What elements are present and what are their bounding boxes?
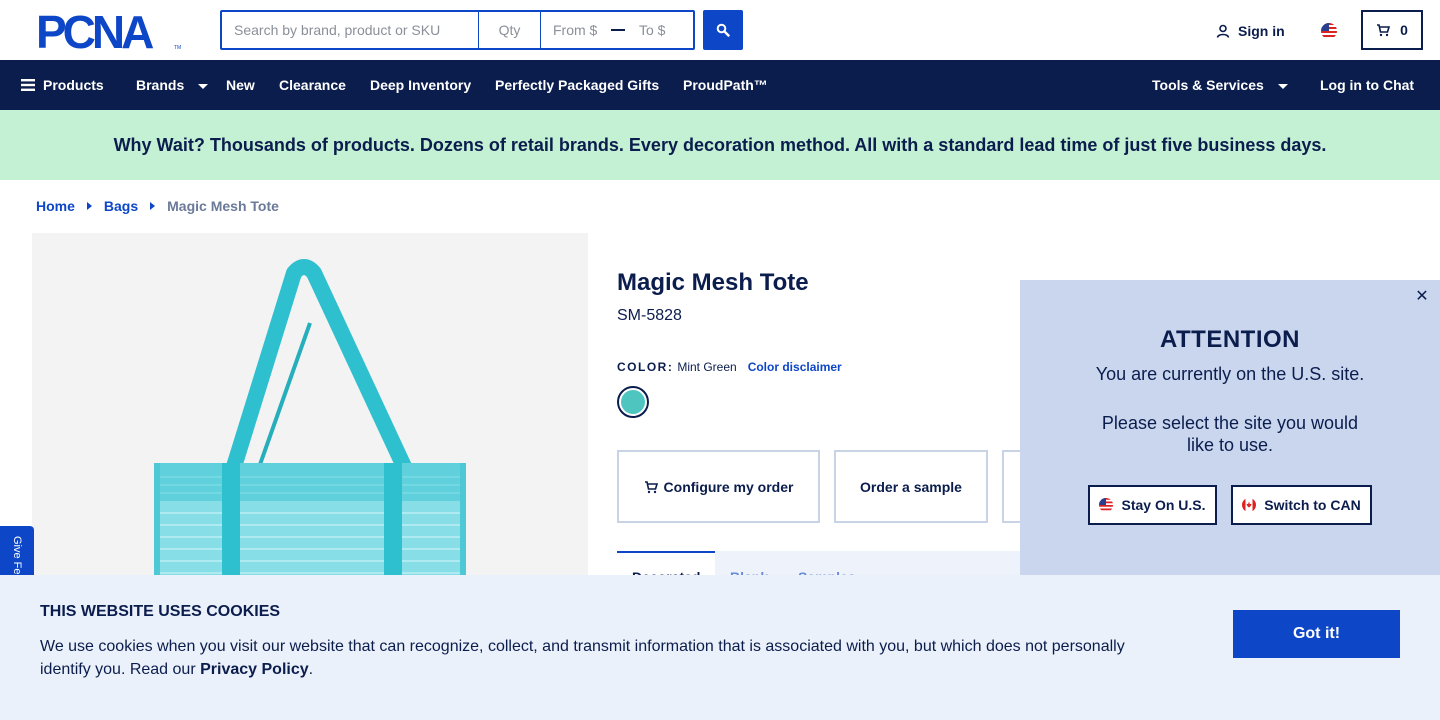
svg-text:TM: TM [174, 45, 181, 51]
promo-banner: Why Wait? Thousands of products. Dozens … [0, 110, 1440, 180]
color-row: COLOR: Mint Green Color disclaimer [617, 360, 842, 374]
cart-icon [644, 480, 658, 493]
quantity-input[interactable]: Qty [479, 12, 541, 48]
nav-clearance-label: Clearance [279, 77, 346, 93]
main-nav: Products Brands New Clearance Deep Inven… [0, 60, 1440, 110]
search-input[interactable]: Search by brand, product or SKU [222, 12, 479, 48]
accept-cookies-button[interactable]: Got it! [1233, 610, 1400, 658]
search-button[interactable] [703, 10, 743, 50]
cart-button[interactable]: 0 [1361, 10, 1423, 50]
nav-deep-inventory[interactable]: Deep Inventory [370, 60, 471, 110]
cookie-title: THIS WEBSITE USES COOKIES [40, 603, 281, 620]
nav-gifts[interactable]: Perfectly Packaged Gifts [495, 60, 659, 110]
nav-products[interactable]: Products [21, 60, 104, 110]
nav-clearance[interactable]: Clearance [279, 60, 346, 110]
chevron-down-icon [1277, 83, 1288, 89]
breadcrumb-arrow-icon [150, 202, 156, 210]
modal-current-site-text: You are currently on the U.S. site. [1095, 364, 1365, 384]
modal-select-text: Please select the site you would like to… [1101, 413, 1359, 455]
color-value: Mint Green [677, 360, 737, 374]
switch-can-label: Switch to CAN [1264, 497, 1361, 513]
sign-in-label: Sign in [1238, 23, 1285, 39]
nav-brands[interactable]: Brands [136, 60, 209, 110]
chat-login-label: Log in to Chat [1320, 77, 1415, 93]
breadcrumb-arrow-icon [86, 202, 92, 210]
nav-new-label: New [226, 77, 255, 93]
color-label: COLOR: [617, 360, 674, 374]
cart-count: 0 [1400, 22, 1408, 38]
color-disclaimer-link[interactable]: Color disclaimer [748, 360, 842, 374]
configure-order-button[interactable]: Configure my order [617, 450, 820, 523]
canada-flag-icon [1242, 498, 1257, 512]
breadcrumb-bags[interactable]: Bags [104, 198, 138, 214]
breadcrumb-home[interactable]: Home [36, 198, 75, 214]
nav-products-label: Products [43, 77, 104, 93]
site-header: PCNA TM Search by brand, product or SKU … [0, 0, 1440, 60]
nav-new[interactable]: New [226, 60, 255, 110]
cookie-period: . [308, 661, 314, 678]
order-sample-label: Order a sample [860, 478, 962, 495]
search-icon [716, 23, 730, 37]
nav-tools-label: Tools & Services [1152, 77, 1264, 93]
breadcrumb-current: Magic Mesh Tote [167, 198, 279, 214]
cookie-banner: THIS WEBSITE USES COOKIES We use cookies… [0, 575, 1440, 720]
nav-brands-label: Brands [136, 77, 185, 93]
logo-text: PCNA [36, 11, 153, 51]
search-form: Search by brand, product or SKU Qty From… [220, 10, 695, 50]
promo-banner-text: Why Wait? Thousands of products. Dozens … [113, 134, 1327, 155]
switch-can-button[interactable]: Switch to CAN [1231, 485, 1372, 525]
stay-us-label: Stay On U.S. [1121, 497, 1206, 513]
site-selection-modal: ✕ ATTENTION You are currently on the U.S… [1020, 280, 1440, 580]
cookie-text-block: We use cookies when you visit our websit… [40, 635, 1160, 681]
modal-title: ATTENTION [1159, 326, 1301, 353]
chat-login-link[interactable]: Log in to Chat [1320, 60, 1414, 110]
chevron-down-icon [198, 83, 209, 89]
cart-icon [1377, 24, 1391, 37]
configure-order-label: Configure my order [663, 478, 794, 495]
sign-in-link[interactable]: Sign in [1216, 21, 1285, 41]
order-sample-button[interactable]: Order a sample [834, 450, 988, 523]
stay-us-button[interactable]: Stay On U.S. [1088, 485, 1217, 525]
us-flag-icon[interactable] [1321, 23, 1337, 39]
nav-deep-inventory-label: Deep Inventory [370, 77, 472, 93]
breadcrumb: Home Bags Magic Mesh Tote [36, 198, 279, 214]
product-title: Magic Mesh Tote [617, 269, 809, 296]
swatch-dot [621, 390, 645, 414]
nav-gifts-label: Perfectly Packaged Gifts [495, 77, 660, 93]
close-icon[interactable]: ✕ [1414, 289, 1430, 305]
menu-icon [21, 79, 35, 91]
nav-proudpath-label: ProudPath™ [683, 77, 768, 93]
us-flag-icon [1099, 498, 1114, 512]
price-from-input[interactable]: From $ [541, 12, 611, 48]
nav-proudpath[interactable]: ProudPath™ [683, 60, 768, 110]
range-dash [611, 29, 625, 31]
price-to-input[interactable]: To $ [631, 12, 691, 48]
user-icon [1216, 24, 1230, 38]
privacy-policy-link[interactable]: Privacy Policy [200, 661, 309, 678]
product-sku: SM-5828 [617, 307, 682, 324]
nav-tools-services[interactable]: Tools & Services [1152, 60, 1288, 110]
color-swatch-mint-green[interactable] [617, 386, 649, 418]
pcna-logo[interactable]: PCNA TM [36, 6, 184, 58]
